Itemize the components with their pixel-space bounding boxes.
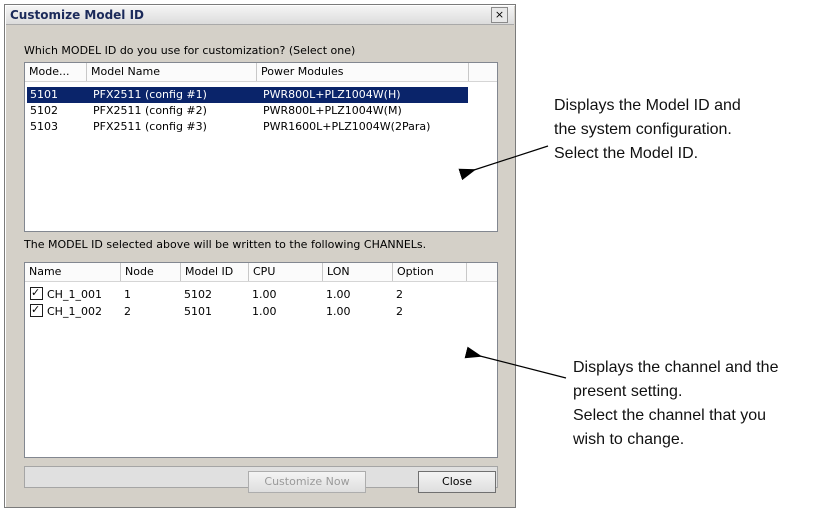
- callout-arrows: [458, 145, 567, 379]
- channel-list-arrow: [464, 346, 567, 379]
- model-list-arrow: [458, 145, 549, 181]
